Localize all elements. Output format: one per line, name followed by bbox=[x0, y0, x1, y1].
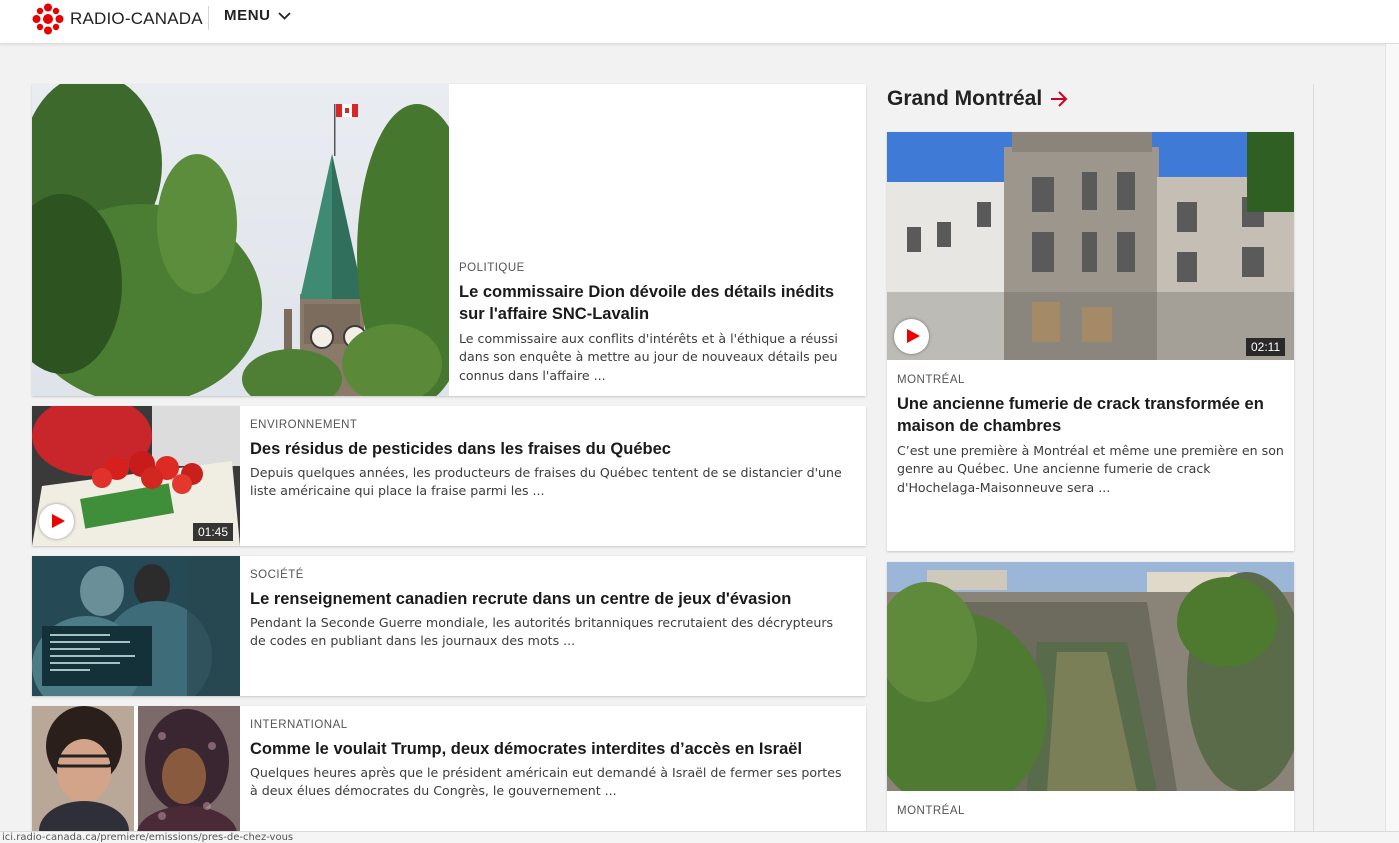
story-rubric: POLITIQUE bbox=[459, 262, 525, 274]
radio-canada-logo[interactable]: RADIO-CANADA bbox=[32, 3, 203, 35]
top-navigation-bar: RADIO-CANADA MENU bbox=[0, 0, 1399, 44]
story-headline[interactable]: Des résidus de pesticides dans les frais… bbox=[250, 438, 850, 460]
story-image: 02:11 bbox=[887, 132, 1294, 360]
story-rubric: MONTRÉAL bbox=[897, 805, 965, 817]
chevron-down-icon bbox=[277, 11, 291, 20]
story-thumbnail bbox=[32, 706, 240, 843]
browser-status-bar: ici.radio-canada.ca/premiere/emissions/p… bbox=[0, 831, 1399, 843]
story-summary: Le commissaire aux conflits d'intérêts e… bbox=[459, 331, 838, 383]
play-video-button[interactable] bbox=[39, 504, 74, 539]
story-rubric: ENVIRONNEMENT bbox=[250, 419, 358, 431]
story-summary: C’est une première à Montréal et même un… bbox=[897, 443, 1284, 495]
story-summary: Depuis quelques années, les producteurs … bbox=[250, 465, 842, 499]
story-summary: Pendant la Seconde Guerre mondiale, les … bbox=[250, 615, 834, 649]
story-thumbnail: 01:45 bbox=[32, 406, 240, 546]
story-summary: Quelques heures après que le président a… bbox=[250, 765, 842, 799]
video-duration: 02:11 bbox=[1246, 338, 1286, 356]
story-headline[interactable]: Une ancienne fumerie de crack transformé… bbox=[897, 393, 1287, 437]
story-card[interactable]: 01:45 ENVIRONNEMENT Des résidus de pesti… bbox=[32, 406, 866, 546]
regional-story-card[interactable]: 02:11 MONTRÉAL Une ancienne fumerie de c… bbox=[887, 132, 1294, 551]
story-rubric: SOCIÉTÉ bbox=[250, 569, 304, 581]
column-divider bbox=[1313, 84, 1314, 843]
section-title-label: Grand Montréal bbox=[887, 87, 1043, 110]
arrow-right-icon bbox=[1051, 91, 1068, 107]
play-video-button[interactable] bbox=[894, 319, 929, 354]
story-card[interactable]: SOCIÉTÉ Le renseignement canadien recrut… bbox=[32, 556, 866, 696]
story-thumbnail bbox=[32, 556, 240, 696]
featured-story-card[interactable]: POLITIQUE Le commissaire Dion dévoile de… bbox=[32, 84, 866, 396]
brand-name: RADIO-CANADA bbox=[70, 9, 203, 28]
story-headline[interactable]: Comme le voulait Trump, deux démocrates … bbox=[250, 738, 850, 760]
story-rubric: MONTRÉAL bbox=[897, 374, 965, 386]
story-headline[interactable]: Le commissaire Dion dévoile des détails … bbox=[459, 281, 855, 325]
header-divider bbox=[208, 6, 209, 30]
section-title-grand-montreal[interactable]: Grand Montréal bbox=[887, 87, 1068, 111]
regional-story-card[interactable]: MONTRÉAL bbox=[887, 562, 1294, 843]
menu-button[interactable]: MENU bbox=[224, 7, 291, 24]
story-card[interactable]: INTERNATIONAL Comme le voulait Trump, de… bbox=[32, 706, 866, 843]
video-duration: 01:45 bbox=[193, 523, 234, 541]
gem-logo-icon bbox=[32, 3, 64, 35]
status-url: ici.radio-canada.ca/premiere/emissions/p… bbox=[2, 832, 294, 843]
story-image bbox=[887, 562, 1294, 791]
menu-label: MENU bbox=[224, 7, 271, 24]
story-rubric: INTERNATIONAL bbox=[250, 719, 348, 731]
story-headline[interactable]: Le renseignement canadien recrute dans u… bbox=[250, 588, 850, 610]
vertical-scrollbar[interactable] bbox=[1385, 44, 1399, 831]
featured-image bbox=[32, 84, 449, 396]
